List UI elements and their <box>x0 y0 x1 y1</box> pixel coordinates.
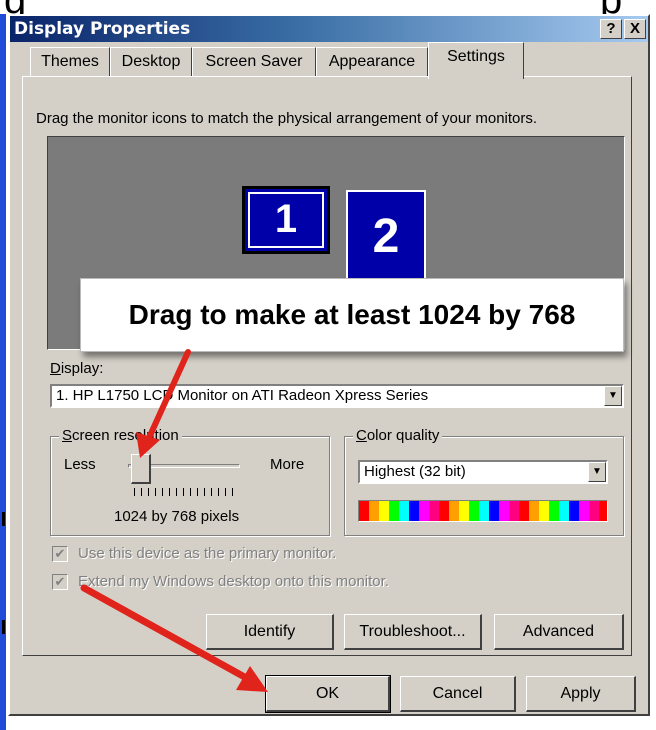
annotation-arrows <box>80 349 268 692</box>
arrow-to-slider <box>136 349 191 458</box>
arrow-to-ok <box>80 584 268 692</box>
